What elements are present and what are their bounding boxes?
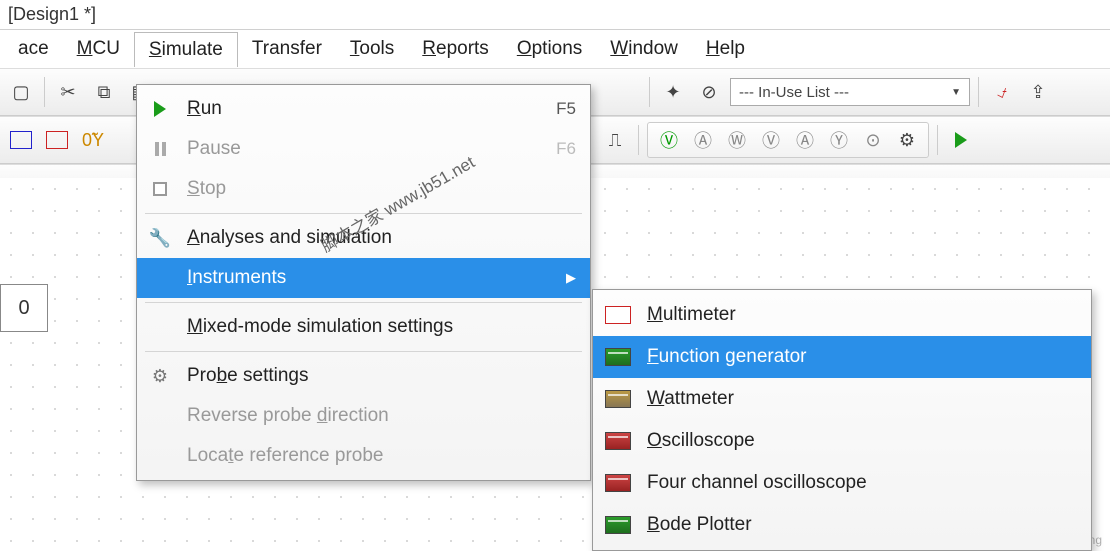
- submenu-multimeter[interactable]: Multimeter: [593, 294, 1091, 336]
- cmos-icon[interactable]: [6, 125, 36, 155]
- four-channel-icon: [603, 471, 633, 495]
- menu-reverse-probe: Reverse probe direction: [137, 396, 590, 436]
- menu-locate-probe: Locate reference probe: [137, 436, 590, 476]
- oscilloscope-icon: [603, 429, 633, 453]
- mixed-label: Mixed-mode simulation settings: [187, 316, 576, 338]
- copy-icon[interactable]: ⧉: [89, 77, 119, 107]
- menu-tools[interactable]: Tools: [336, 32, 408, 66]
- stop-label: Stop: [187, 178, 576, 200]
- sq-wave-icon[interactable]: ⎍: [600, 125, 630, 155]
- submenu-arrow-icon: ▶: [566, 270, 576, 286]
- probe-w-icon[interactable]: Ⓦ: [722, 125, 752, 155]
- tb-sep: [649, 77, 650, 107]
- check-icon[interactable]: ⍻: [987, 77, 1017, 107]
- run-label: Run: [187, 98, 542, 120]
- probe-y-icon[interactable]: Ⓨ: [824, 125, 854, 155]
- analyses-label: Analyses and simulation: [187, 227, 576, 249]
- pause-icon: [147, 142, 173, 156]
- probe-d-icon[interactable]: ⊙: [858, 125, 888, 155]
- play-icon[interactable]: [946, 125, 976, 155]
- probe-a2-icon[interactable]: Ⓐ: [790, 125, 820, 155]
- multimeter-label: Multimeter: [647, 304, 736, 326]
- menu-run[interactable]: Run F5: [137, 89, 590, 129]
- submenu-four-channel[interactable]: Four channel oscilloscope: [593, 462, 1091, 504]
- pause-label: Pause: [187, 138, 542, 160]
- menu-window[interactable]: Window: [596, 32, 692, 66]
- wattmeter-label: Wattmeter: [647, 388, 734, 410]
- probe-v-icon[interactable]: Ⓥ: [654, 125, 684, 155]
- menu-options[interactable]: Options: [503, 32, 596, 66]
- submenu-oscilloscope[interactable]: Oscilloscope: [593, 420, 1091, 462]
- submenu-bode-plotter[interactable]: Bode Plotter: [593, 504, 1091, 546]
- menu-stop: Stop: [137, 169, 590, 209]
- menu-analyses[interactable]: 🔧 Analyses and simulation: [137, 218, 590, 258]
- play-icon: [147, 101, 173, 117]
- menu-instruments[interactable]: Instruments ▶: [137, 258, 590, 298]
- sparkle-icon[interactable]: ✦: [658, 77, 688, 107]
- menu-reports[interactable]: Reports: [408, 32, 503, 66]
- wattmeter-icon: [603, 387, 633, 411]
- menu-separator: [145, 351, 582, 352]
- in-use-list-combo[interactable]: --- In-Use List --- ▼: [730, 78, 970, 106]
- menu-separator: [145, 302, 582, 303]
- four-channel-label: Four channel oscilloscope: [647, 472, 867, 494]
- tb-sep: [638, 125, 639, 155]
- tb-sep: [937, 125, 938, 155]
- tb-sep: [978, 77, 979, 107]
- probe-settings-label: Probe settings: [187, 365, 576, 387]
- run-shortcut: F5: [556, 99, 576, 119]
- probe-group: Ⓥ Ⓐ Ⓦ Ⓥ Ⓐ Ⓨ ⊙ ⚙: [647, 122, 929, 158]
- probe-v2-icon[interactable]: Ⓥ: [756, 125, 786, 155]
- menu-place[interactable]: ace: [4, 32, 63, 66]
- wrench-icon: 🔧: [147, 228, 173, 249]
- submenu-function-generator[interactable]: Function generator: [593, 336, 1091, 378]
- instruments-submenu: Multimeter Function generator Wattmeter …: [592, 289, 1092, 551]
- canvas-node-0[interactable]: 0: [0, 284, 48, 332]
- menu-probe-settings[interactable]: ⚙ Probe settings: [137, 356, 590, 396]
- cut-icon[interactable]: ✂: [53, 77, 83, 107]
- dropdown-arrow-icon: ▼: [951, 87, 961, 98]
- tb-sep: [44, 77, 45, 107]
- window-title: [Design1 *]: [0, 0, 1110, 30]
- simulate-dropdown: Run F5 Pause F6 Stop 🔧 Analyses and simu…: [136, 84, 591, 481]
- probe-a-icon[interactable]: Ⓐ: [688, 125, 718, 155]
- bode-plotter-icon: [603, 513, 633, 537]
- gear-icon[interactable]: ⚙: [892, 125, 922, 155]
- instruments-label: Instruments: [187, 267, 552, 289]
- menu-pause: Pause F6: [137, 129, 590, 169]
- bode-plotter-label: Bode Plotter: [647, 514, 752, 536]
- menu-mcu[interactable]: MCU: [63, 32, 134, 66]
- menu-separator: [145, 213, 582, 214]
- menu-simulate[interactable]: Simulate: [134, 32, 238, 67]
- menu-transfer[interactable]: Transfer: [238, 32, 336, 66]
- menu-bar: ace MCU Simulate Transfer Tools Reports …: [0, 30, 1110, 68]
- reverse-probe-label: Reverse probe direction: [187, 405, 576, 427]
- menu-mixed-mode[interactable]: Mixed-mode simulation settings: [137, 307, 590, 347]
- gear-icon: ⚙: [147, 366, 173, 387]
- locate-probe-label: Locate reference probe: [187, 445, 576, 467]
- submenu-wattmeter[interactable]: Wattmeter: [593, 378, 1091, 420]
- in-use-list-label: --- In-Use List ---: [739, 84, 849, 101]
- tb-icon-1[interactable]: ▢: [6, 77, 36, 107]
- stop-icon: [147, 182, 173, 196]
- function-generator-icon: [603, 345, 633, 369]
- function-generator-label: Function generator: [647, 346, 807, 368]
- pause-shortcut: F6: [556, 139, 576, 159]
- link-icon[interactable]: ⊘: [694, 77, 724, 107]
- multimeter-icon: [603, 303, 633, 327]
- menu-help[interactable]: Help: [692, 32, 759, 66]
- red-icon[interactable]: [42, 125, 72, 155]
- export-icon[interactable]: ⇪: [1023, 77, 1053, 107]
- ov-icon[interactable]: 0̃Y: [78, 125, 108, 155]
- oscilloscope-label: Oscilloscope: [647, 430, 755, 452]
